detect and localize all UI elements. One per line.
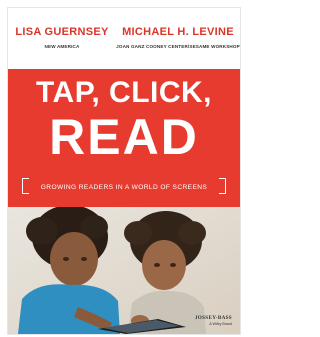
book-cover: LISA GUERNSEY NEW AMERICA MICHAEL H. LEV…	[8, 8, 240, 334]
cover-photo: JOSSEY-BASS A Wiley Brand	[8, 207, 240, 334]
author-affiliation: JOAN GANZ COONEY CENTER/SESAME WORKSHOP	[116, 44, 240, 49]
publisher-subtitle: A Wiley Brand	[209, 322, 232, 326]
author-name: LISA GUERNSEY	[15, 26, 109, 38]
bracket-right-icon	[219, 178, 226, 194]
publisher-name: JOSSEY-BASS	[194, 315, 232, 321]
bracket-left-icon	[22, 178, 29, 194]
subtitle: GROWING READERS IN A WORLD OF SCREENS	[40, 184, 208, 191]
title-banner: TAP, CLICK, READ GROWING READERS IN A WO…	[8, 69, 240, 207]
title-line-2: READ	[49, 109, 199, 165]
subtitle-frame: GROWING READERS IN A WORLD OF SCREENS	[22, 176, 226, 196]
author-name: MICHAEL H. LEVINE	[122, 26, 234, 38]
title-line-1: TAP, CLICK,	[35, 76, 213, 109]
publisher-logo: JOSSEY-BASS A Wiley Brand	[195, 315, 232, 326]
author-2: MICHAEL H. LEVINE JOAN GANZ COONEY CENTE…	[116, 26, 240, 49]
author-1: LISA GUERNSEY NEW AMERICA	[8, 26, 116, 49]
authors-row: LISA GUERNSEY NEW AMERICA MICHAEL H. LEV…	[8, 26, 240, 66]
author-affiliation: NEW AMERICA	[44, 44, 80, 49]
